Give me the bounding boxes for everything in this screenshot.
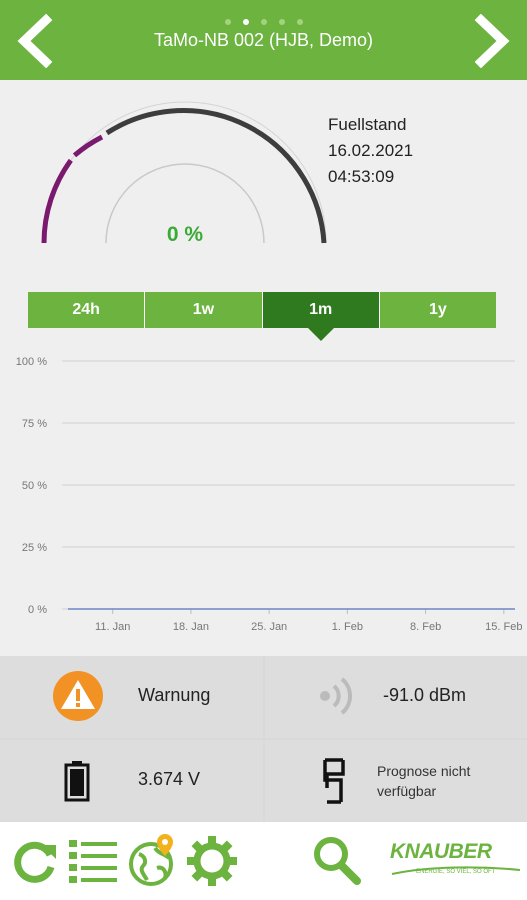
x-tick-label: 15. Feb	[485, 621, 522, 633]
tab-1m[interactable]: 1m	[262, 292, 380, 341]
battery-icon	[64, 761, 90, 802]
signal-cell: -91.0 dBm	[265, 656, 527, 738]
warning-cell[interactable]: Warnung	[0, 656, 263, 738]
prognosis-cell: Prognose nicht verfügbar	[265, 740, 527, 822]
y-tick-label: 50 %	[22, 480, 47, 492]
warning-label: Warnung	[138, 685, 211, 705]
prognosis-line-1: Prognose nicht	[377, 763, 471, 779]
previous-device-button[interactable]	[12, 13, 56, 69]
x-tick-label: 11. Jan	[95, 621, 130, 633]
settings-gear-icon[interactable]	[186, 835, 238, 887]
tank-sensor-icon	[323, 758, 345, 804]
x-tick-label: 1. Feb	[332, 621, 363, 633]
tab-1w[interactable]: 1w	[145, 292, 263, 328]
knauber-logo: KNAUBER ENERGIE, SO VIEL, SO OFT	[390, 840, 522, 884]
fill-level-chart: 100 % 75 % 50 % 25 % 0 % 11. Jan 18. Jan 25. Ja…	[16, 356, 523, 633]
fill-level-label: Fuellstand	[328, 115, 407, 134]
y-tick-label: 0 %	[28, 604, 47, 616]
chevron-right-icon	[474, 13, 510, 69]
tab-1y[interactable]: 1y	[379, 292, 496, 328]
signal-value: -91.0 dBm	[383, 685, 467, 705]
chevron-left-icon	[17, 13, 53, 69]
x-tick-label: 18. Jan	[173, 621, 209, 633]
page-dot[interactable]	[278, 19, 285, 25]
time-range-tabs: 24h 1w 1m 1y	[28, 292, 496, 341]
page-dot[interactable]	[296, 19, 303, 25]
tab-24h[interactable]: 24h	[28, 292, 146, 328]
fill-level-value: 0 %	[166, 223, 204, 246]
reading-date: 16.02.2021	[328, 141, 414, 160]
signal-strength-icon	[320, 677, 353, 715]
page-dot[interactable]	[224, 19, 231, 25]
next-device-button[interactable]	[471, 13, 515, 69]
prognosis-text: Prognose nicht verfügbar	[377, 761, 470, 801]
fill-level-info: Fuellstand 16.02.2021 04:53:09	[328, 112, 413, 190]
page-dot-active[interactable]	[242, 19, 249, 25]
status-grid: Warnung -91.0 dBm 3.674 V Prognose nicht…	[0, 656, 527, 822]
prognosis-line-2: verfügbar	[377, 783, 437, 799]
search-icon[interactable]	[312, 835, 362, 887]
reading-time: 04:53:09	[328, 167, 395, 186]
logo-slogan: ENERGIE, SO VIEL, SO OFT	[416, 869, 496, 875]
x-tick-label: 8. Feb	[410, 621, 441, 633]
y-tick-label: 25 %	[22, 542, 47, 554]
device-title: TaMo-NB 002 (HJB, Demo)	[153, 30, 374, 50]
y-tick-label: 75 %	[22, 418, 47, 430]
battery-cell: 3.674 V	[0, 740, 263, 822]
header-bar: TaMo-NB 002 (HJB, Demo)	[0, 0, 527, 80]
bottom-toolbar: KNAUBER ENERGIE, SO VIEL, SO OFT	[0, 822, 527, 900]
battery-voltage: 3.674 V	[138, 769, 201, 789]
app-screen: TaMo-NB 002 (HJB, Demo) 0 % Fuellstand 1…	[0, 0, 527, 900]
x-tick-label: 25. Jan	[251, 621, 287, 633]
warning-icon	[53, 671, 103, 721]
logo-wordmark: KNAUBER	[390, 840, 492, 863]
map-globe-icon[interactable]	[125, 832, 181, 888]
refresh-icon[interactable]	[10, 835, 60, 887]
page-indicator	[0, 12, 527, 30]
y-tick-label: 100 %	[16, 356, 47, 368]
gauge-panel: 0 % Fuellstand 16.02.2021 04:53:09	[0, 80, 527, 292]
page-dot[interactable]	[260, 19, 267, 25]
list-icon[interactable]	[67, 835, 119, 887]
